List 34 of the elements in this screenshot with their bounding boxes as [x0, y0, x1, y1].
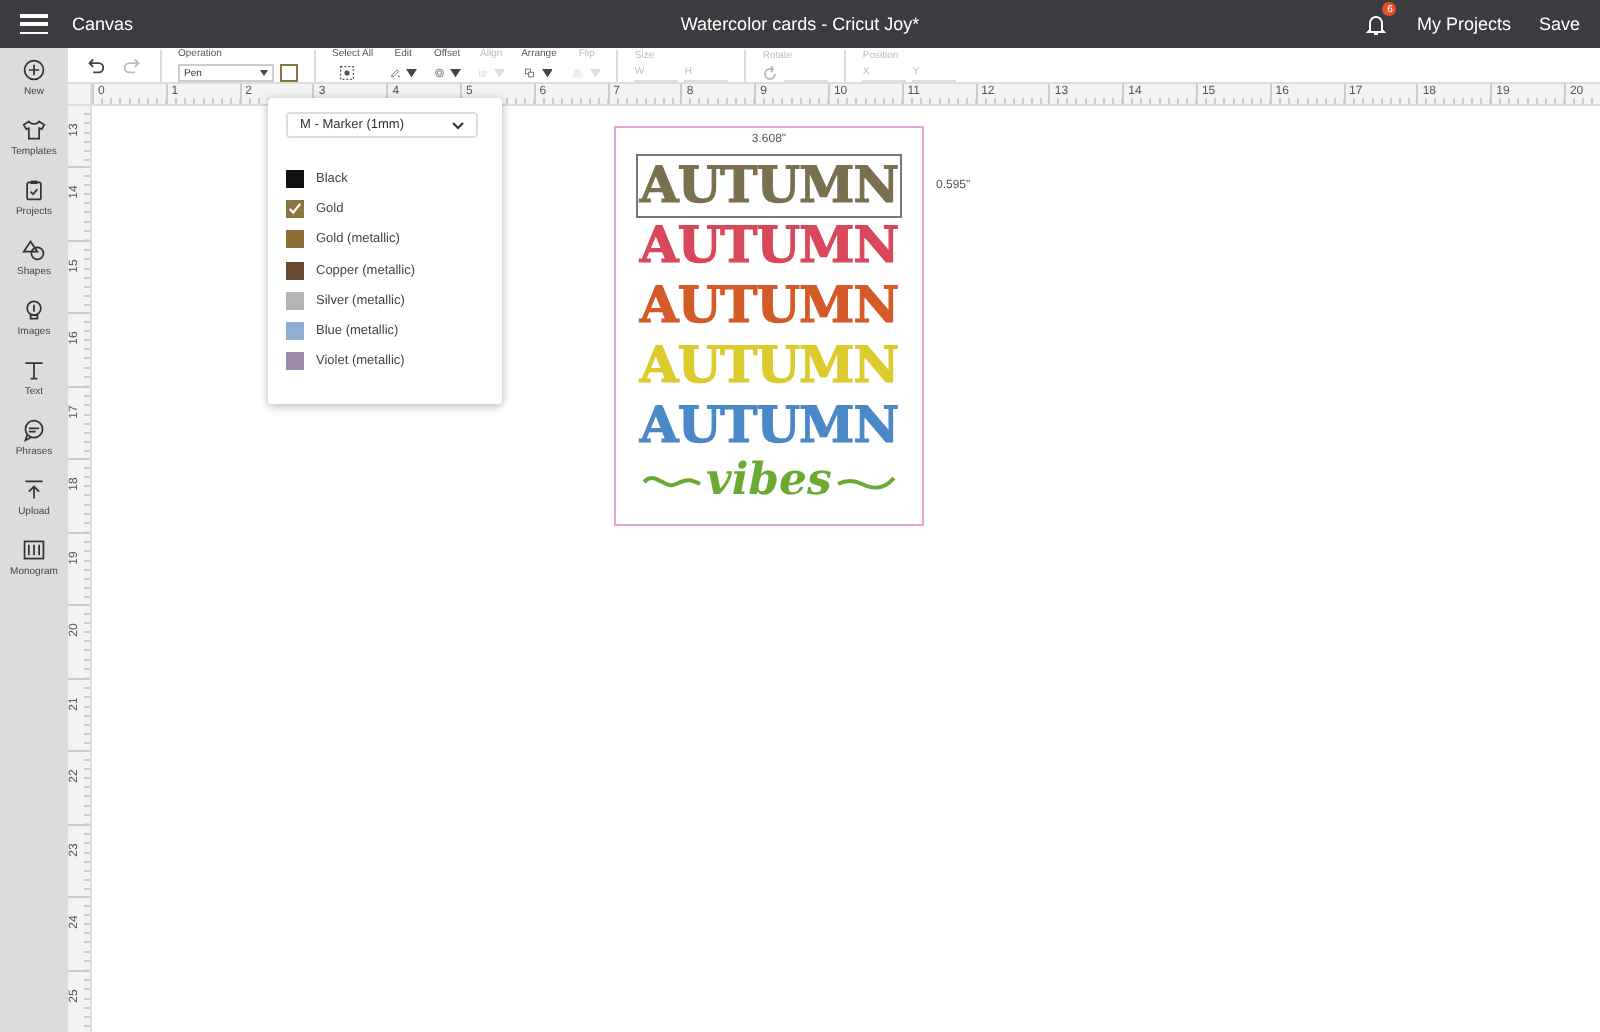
shirt-icon — [21, 118, 46, 142]
shapes-icon — [22, 238, 46, 262]
top-link[interactable]: Save — [1538, 14, 1580, 34]
outlined-text[interactable]: AUTUMN — [637, 216, 901, 276]
caret-icon — [406, 64, 418, 82]
rotate-icon — [762, 65, 779, 81]
outlined-text[interactable]: AUTUMN — [637, 156, 901, 216]
bell-icon[interactable] — [1364, 12, 1389, 36]
caret-icon — [260, 70, 268, 76]
canvas-label: Canvas — [72, 14, 134, 34]
select-all-icon[interactable] — [338, 64, 357, 82]
top-link[interactable]: My Projects — [1416, 14, 1511, 34]
lightbulb-icon — [22, 298, 46, 322]
offset-icon[interactable] — [433, 64, 445, 82]
caret-icon — [589, 64, 601, 82]
grid-icon — [22, 538, 46, 562]
swash-icon — [642, 470, 703, 490]
caret-icon — [450, 64, 462, 82]
chevron-icon — [452, 121, 464, 129]
undo-icon[interactable] — [84, 54, 106, 76]
menu-icon[interactable] — [20, 14, 48, 34]
speech-bubble-icon — [22, 418, 46, 442]
window-title: Watercolor cards - Cricut Joy* — [680, 14, 920, 34]
text-icon — [22, 358, 46, 382]
pen-color-swatch[interactable] — [280, 64, 298, 82]
outlined-text[interactable]: AUTUMN — [637, 396, 901, 456]
plus-icon — [22, 58, 46, 82]
upload-icon — [21, 478, 46, 502]
pen-icon[interactable] — [389, 64, 401, 82]
caret-icon — [494, 64, 506, 82]
arrange-icon[interactable] — [524, 64, 536, 82]
clipboard-icon — [22, 178, 46, 202]
outlined-text[interactable]: AUTUMN — [637, 276, 901, 336]
caret-icon — [541, 64, 553, 82]
